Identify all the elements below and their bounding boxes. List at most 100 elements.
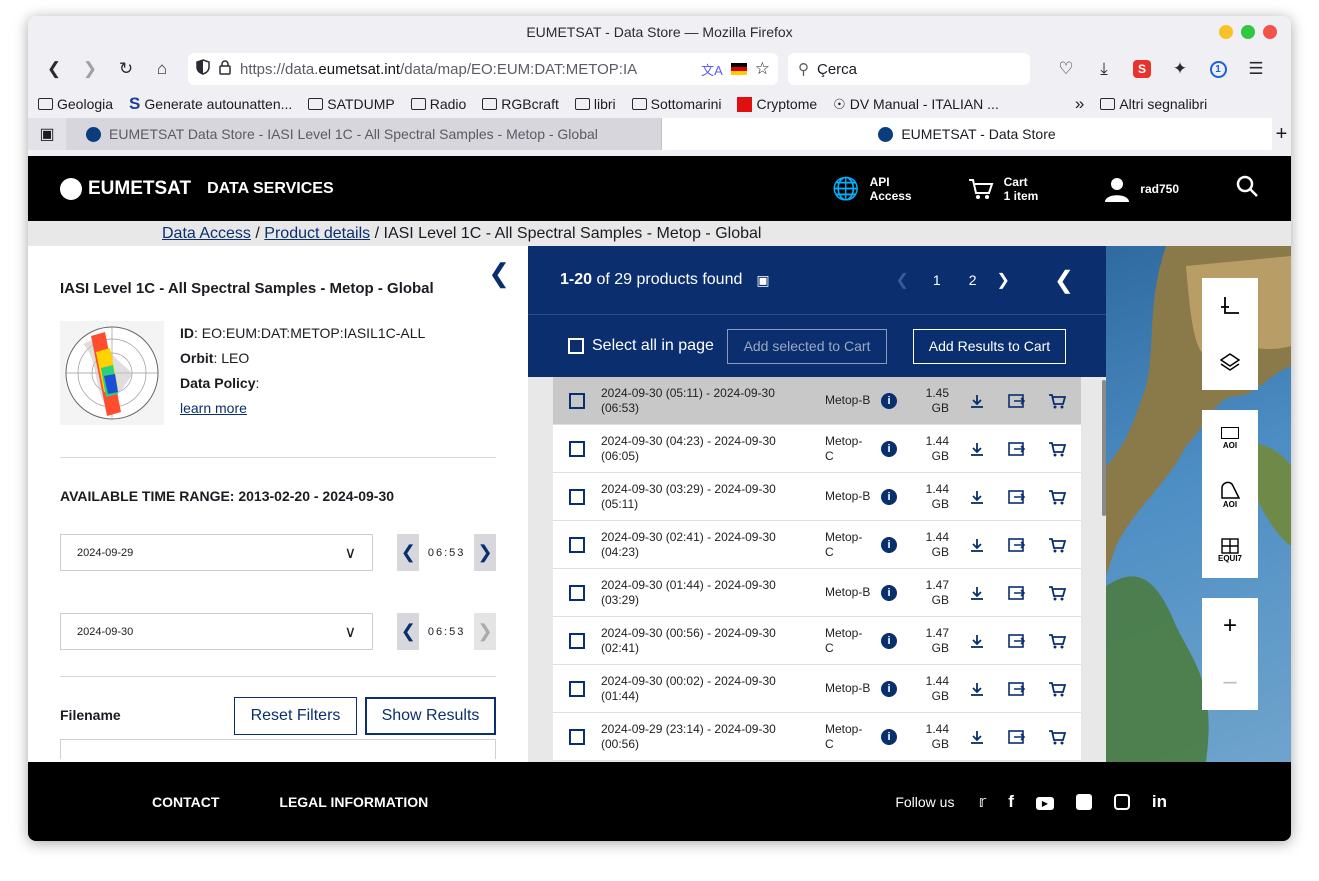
table-row[interactable]: 2024-09-30 (02:41) - 2024-09-30 (04:23) Me… — [553, 521, 1081, 569]
cart-link[interactable]: Cart 1 item — [968, 175, 1038, 203]
youtube-icon[interactable]: ▶ — [1035, 793, 1054, 810]
end-date-select[interactable]: 2024-09-30 ∨ — [60, 613, 374, 650]
page-next-icon[interactable]: ❯ — [996, 270, 1009, 290]
translate-icon[interactable]: 文A — [701, 60, 723, 79]
table-row[interactable]: 2024-09-29 (23:14) - 2024-09-30 (00:56) Me… — [553, 713, 1081, 761]
add-to-cart-icon[interactable] — [1037, 441, 1077, 457]
bookmark-radio[interactable]: Radio — [410, 96, 466, 112]
open-external-icon[interactable] — [997, 537, 1037, 553]
site-search-icon[interactable] — [1235, 174, 1259, 203]
export-icon[interactable]: ▣ — [756, 272, 769, 289]
open-external-icon[interactable] — [997, 585, 1037, 601]
tab-product[interactable]: EUMETSAT Data Store - IASI Level 1C - Al… — [66, 118, 662, 150]
start-date-select[interactable]: 2024-09-29 ∨ — [60, 534, 374, 571]
product-thumbnail[interactable] — [60, 321, 164, 425]
breadcrumb-product-details[interactable]: Product details — [264, 225, 370, 242]
row-checkbox[interactable] — [569, 728, 585, 745]
german-flag-icon[interactable] — [730, 63, 747, 75]
minimize-button[interactable] — [1219, 25, 1233, 39]
open-external-icon[interactable] — [997, 489, 1037, 505]
add-results-button[interactable]: Add Results to Cart — [913, 328, 1066, 364]
bookmark-other[interactable]: Altri segnalibri — [1100, 96, 1207, 112]
reset-filters-button[interactable]: Reset Filters — [234, 697, 357, 735]
info-icon[interactable]: i — [881, 728, 897, 745]
back-icon[interactable]: ❮ — [38, 53, 70, 85]
row-checkbox[interactable] — [569, 536, 585, 553]
download-icon[interactable] — [957, 585, 997, 601]
search-bar[interactable]: ⚲ Çerca — [788, 53, 1030, 85]
shield-icon[interactable] — [196, 59, 210, 79]
table-row[interactable]: 2024-09-30 (01:44) - 2024-09-30 (03:29) Me… — [553, 569, 1081, 617]
aoi-polygon-icon[interactable]: AOI — [1202, 466, 1258, 522]
download-icon[interactable] — [957, 441, 997, 457]
info-icon[interactable]: i — [881, 536, 897, 553]
twitter-icon[interactable]: 𝕣 — [978, 792, 986, 812]
close-button[interactable] — [1263, 25, 1277, 39]
extension-red-icon[interactable]: S — [1126, 53, 1158, 85]
url-text[interactable]: https://data.eumetsat.int/data/map/EO:EU… — [240, 61, 693, 78]
menu-icon[interactable]: ☰ — [1240, 53, 1272, 85]
page-1-link[interactable]: 1 — [933, 272, 941, 288]
maximize-button[interactable] — [1241, 25, 1255, 39]
download-icon[interactable]: ⤓ — [1088, 53, 1120, 85]
reload-icon[interactable]: ↻ — [110, 53, 142, 85]
add-to-cart-icon[interactable] — [1037, 729, 1077, 745]
api-access-link[interactable]: 🌐 API Access — [832, 175, 911, 203]
download-icon[interactable] — [957, 489, 997, 505]
info-icon[interactable]: i — [881, 584, 897, 601]
bookmark-sottomarini[interactable]: Sottomarini — [631, 96, 721, 112]
facebook-icon[interactable]: f — [1008, 792, 1014, 812]
start-time-value[interactable]: 06:53 — [419, 534, 474, 571]
open-external-icon[interactable] — [997, 729, 1037, 745]
forward-icon[interactable]: ❯ — [74, 53, 106, 85]
bookmark-dv-manual[interactable]: ☉ DV Manual - ITALIAN ... — [833, 96, 999, 113]
collapse-results-icon[interactable]: ❮ — [1054, 266, 1074, 295]
open-external-icon[interactable] — [997, 441, 1037, 457]
info-icon[interactable]: i — [881, 440, 897, 457]
table-row[interactable]: 2024-09-30 (03:29) - 2024-09-30 (05:11) Me… — [553, 473, 1081, 521]
page-prev-icon[interactable]: ❮ — [895, 270, 908, 290]
equi7-grid-icon[interactable]: EQUI7 — [1202, 522, 1258, 578]
add-selected-button[interactable]: Add selected to Cart — [727, 328, 887, 364]
row-checkbox[interactable] — [569, 680, 585, 697]
info-icon[interactable]: i — [881, 392, 897, 409]
password-manager-icon[interactable]: 1 — [1202, 53, 1234, 85]
pocket-icon[interactable]: ♡ — [1050, 53, 1082, 85]
time-next-icon[interactable]: ❯ — [474, 613, 496, 650]
row-checkbox[interactable] — [569, 488, 585, 505]
filename-input[interactable] — [60, 739, 496, 759]
row-checkbox[interactable] — [569, 392, 585, 409]
time-prev-icon[interactable]: ❮ — [397, 613, 420, 650]
time-prev-icon[interactable]: ❮ — [397, 534, 420, 571]
puzzle-icon[interactable]: ✦ — [1164, 53, 1196, 85]
bookmark-geologia[interactable]: Geologia — [38, 96, 113, 112]
info-icon[interactable]: i — [881, 632, 897, 649]
zoom-out-icon[interactable]: – — [1202, 654, 1258, 710]
coordinates-icon[interactable] — [1202, 278, 1258, 334]
select-all-checkbox[interactable] — [568, 338, 584, 354]
row-checkbox[interactable] — [569, 584, 585, 601]
learn-more-link[interactable]: learn more — [180, 400, 247, 416]
add-to-cart-icon[interactable] — [1037, 633, 1077, 649]
open-external-icon[interactable] — [997, 633, 1037, 649]
row-checkbox[interactable] — [569, 632, 585, 649]
map-view[interactable]: AOI AOI EQUI7 + – — [1106, 246, 1291, 762]
time-next-icon[interactable]: ❯ — [474, 534, 496, 571]
zoom-in-icon[interactable]: + — [1202, 598, 1258, 654]
download-icon[interactable] — [957, 393, 997, 409]
bookmark-cryptome[interactable]: Cryptome — [737, 96, 817, 112]
end-time-value[interactable]: 06:53 — [419, 613, 474, 650]
new-tab-icon[interactable]: + — [1272, 118, 1291, 150]
show-results-button[interactable]: Show Results — [365, 697, 496, 735]
tab-data-store[interactable]: EUMETSAT - Data Store — [662, 118, 1272, 150]
row-checkbox[interactable] — [569, 440, 585, 457]
aoi-rectangle-icon[interactable]: AOI — [1202, 410, 1258, 466]
layers-icon[interactable] — [1202, 334, 1258, 390]
table-row[interactable]: 2024-09-30 (05:11) - 2024-09-30 (06:53) Me… — [553, 377, 1081, 425]
url-bar[interactable]: https://data.eumetsat.int/data/map/EO:EU… — [188, 53, 778, 85]
download-icon[interactable] — [957, 633, 997, 649]
collapse-panel-icon[interactable]: ❮ — [488, 258, 510, 289]
eumetsat-logo[interactable]: EUMETSAT — [60, 177, 191, 200]
tab-list-icon[interactable]: ▣ — [28, 118, 66, 150]
table-row[interactable]: 2024-09-30 (00:02) - 2024-09-30 (01:44) Me… — [553, 665, 1081, 713]
